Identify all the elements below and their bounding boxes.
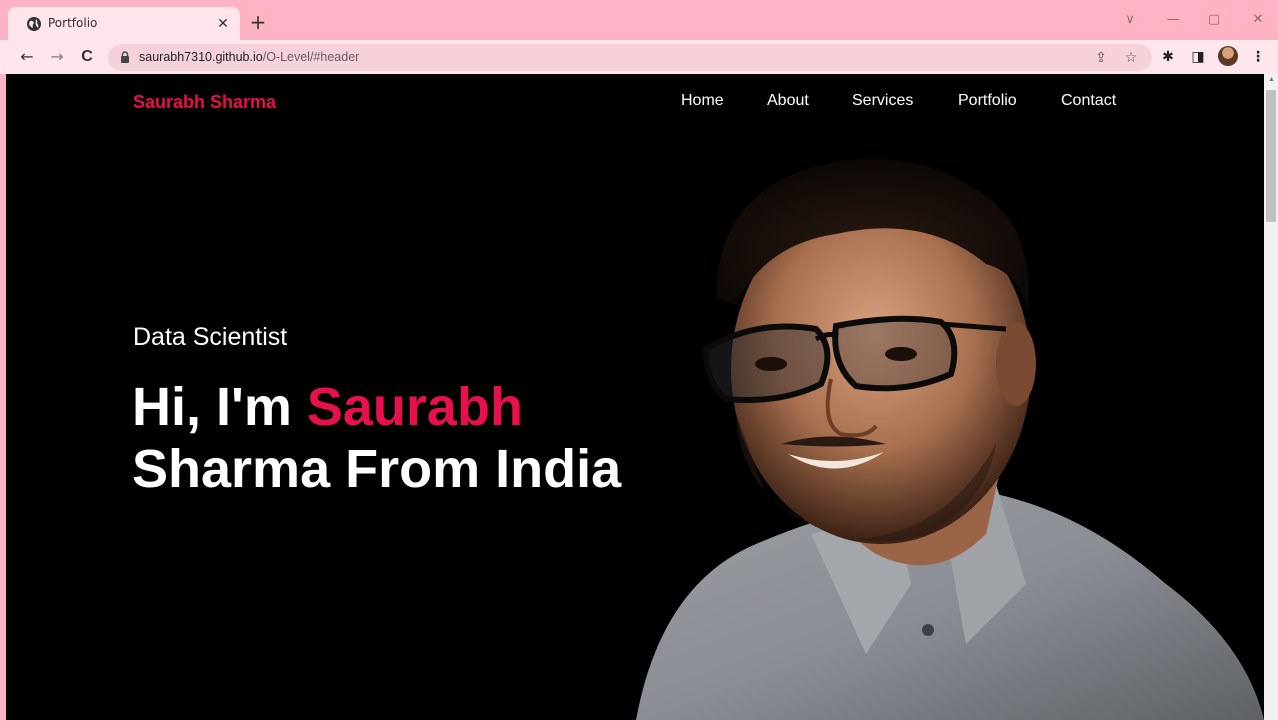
scroll-up-arrow-icon[interactable]: ▲	[1268, 76, 1275, 83]
puzzle-icon[interactable]: ✱	[1158, 47, 1178, 67]
profile-avatar[interactable]	[1218, 46, 1238, 66]
minimize-button[interactable]: —	[1163, 10, 1183, 30]
browser-toolbar: ← → C saurabh7310.github.io/O-Level/#hea…	[0, 40, 1278, 74]
tab-strip: Portfolio ✕ + ∨ — ▢ ✕	[0, 0, 1278, 40]
nav-services[interactable]: Services	[852, 92, 913, 110]
page-viewport: Saurabh Sharma Home About Services Portf…	[6, 74, 1264, 720]
tab-search-icon[interactable]: ∨	[1120, 10, 1140, 30]
hero-subtitle: Data Scientist	[133, 323, 288, 351]
back-button[interactable]: ←	[16, 46, 38, 68]
side-panel-icon[interactable]: ◨	[1188, 47, 1208, 67]
url-path: /O-Level/#header	[262, 50, 360, 64]
new-tab-button[interactable]: +	[248, 12, 268, 32]
nav-contact[interactable]: Contact	[1061, 92, 1116, 110]
hero-portrait-image	[636, 158, 1264, 720]
scroll-thumb[interactable]	[1266, 90, 1276, 222]
reload-button[interactable]: C	[76, 46, 98, 68]
url-host: saurabh7310.github.io	[139, 50, 263, 64]
browser-chrome: Portfolio ✕ + ∨ — ▢ ✕ ← → C saurabh7310.…	[0, 0, 1278, 74]
site-logo[interactable]: Saurabh Sharma	[133, 92, 276, 113]
nav-portfolio[interactable]: Portfolio	[958, 92, 1017, 110]
globe-icon	[27, 17, 41, 31]
close-tab-icon[interactable]: ✕	[214, 14, 232, 32]
kebab-menu-icon[interactable]: ⋮	[1248, 47, 1268, 67]
tab-portfolio[interactable]: Portfolio ✕	[8, 7, 240, 40]
nav-home[interactable]: Home	[681, 92, 724, 110]
close-window-button[interactable]: ✕	[1248, 10, 1268, 30]
headline-line-2: Sharma From India	[132, 439, 622, 499]
nav-about[interactable]: About	[767, 92, 809, 110]
restore-button[interactable]: ▢	[1204, 10, 1224, 30]
tab-title: Portfolio	[48, 16, 98, 30]
headline-accent-name: Saurabh	[306, 377, 523, 437]
url-text: saurabh7310.github.io/O-Level/#header	[139, 50, 359, 64]
hero-headline: Hi, I'm Saurabh Sharma From India	[132, 376, 621, 500]
address-bar[interactable]: saurabh7310.github.io/O-Level/#header ⇪ …	[108, 44, 1152, 71]
lock-icon	[121, 51, 129, 63]
star-icon[interactable]: ☆	[1121, 48, 1141, 68]
headline-prefix: Hi, I'm	[132, 377, 307, 437]
page-scrollbar[interactable]: ▲	[1264, 74, 1278, 720]
forward-button[interactable]: →	[46, 46, 68, 68]
share-icon[interactable]: ⇪	[1091, 48, 1111, 68]
